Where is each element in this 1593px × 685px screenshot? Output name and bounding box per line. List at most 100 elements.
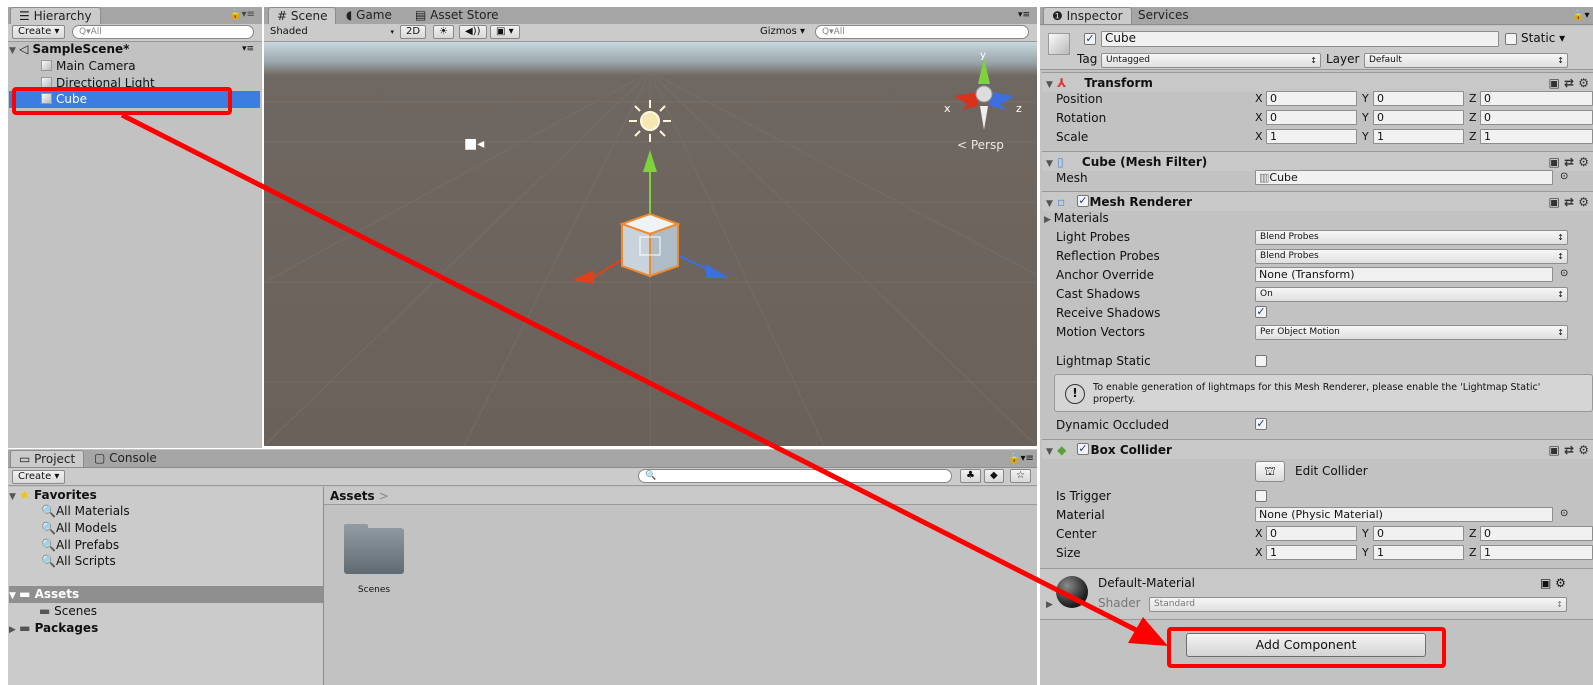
scale-z-field[interactable]: 1 [1480,129,1593,144]
reflection-probes-dropdown[interactable]: Blend Probes [1255,249,1568,264]
component-settings-icons[interactable]: ▣ ⇄ ⚙ [1548,192,1589,212]
transform-header[interactable]: ▼ ⅄ Transform ▣ ⇄ ⚙ [1042,72,1593,92]
tab-hierarchy[interactable]: ☰ Hierarchy [10,7,101,24]
tab-asset-store[interactable]: ▤ Asset Store [407,7,507,24]
scene-viewport[interactable]: ■◂ x z y < Persp [264,42,1037,446]
tree-favorite-item[interactable]: 🔍All Models [9,520,260,537]
tree-packages[interactable]: ▶ ▬ Packages [9,620,260,637]
box-collider-header[interactable]: ▼ ◆ Box Collider ▣ ⇄ ⚙ [1042,439,1593,459]
tab-services[interactable]: Services [1130,7,1197,24]
position-z-field[interactable]: 0 [1480,91,1593,106]
scene-menu-icon[interactable]: ▾≡ [242,41,254,58]
tab-scene[interactable]: # Scene [268,7,337,24]
2d-toggle-button[interactable]: 2D [400,25,427,39]
component-settings-icons[interactable]: ▣ ⇄ ⚙ [1548,440,1589,460]
tree-favorite-item[interactable]: 🔍All Scripts [9,553,260,570]
scale-y-field[interactable]: 1 [1373,129,1464,144]
hierarchy-item-main-camera[interactable]: Main Camera [9,58,260,75]
receive-shadows-checkbox[interactable]: ✓ [1255,306,1267,318]
hierarchy-lock-icon[interactable]: 🔒▾≡ [229,9,255,20]
tab-console[interactable]: ▢ Console [86,450,165,467]
static-checkbox[interactable] [1505,33,1517,45]
persp-label[interactable]: < Persp [957,138,1004,152]
tree-favorite-item[interactable]: 🔍All Materials [9,503,260,520]
motion-vectors-dropdown[interactable]: Per Object Motion [1255,325,1568,340]
tag-dropdown[interactable]: Untagged [1101,53,1321,68]
tree-favorites[interactable]: ▼ ★ Favorites [9,487,260,504]
scene-root-row[interactable]: ▼ ◁ SampleScene* ▾≡ [9,41,260,58]
center-x-field[interactable]: 0 [1266,526,1357,541]
shader-dropdown[interactable]: Standard [1149,597,1567,612]
tree-assets[interactable]: ▼ ▬ Assets [9,586,323,603]
component-settings-icons[interactable]: ▣ ⇄ ⚙ [1548,73,1589,93]
mesh-renderer-header[interactable]: ▼ ▫ Mesh Renderer ▣ ⇄ ⚙ [1042,191,1593,211]
object-picker-icon[interactable]: ⊙ [1560,268,1568,279]
tab-project[interactable]: ▭ Project [10,450,85,467]
filter-by-type-icon[interactable]: ♣ [960,469,981,483]
tree-favorite-item[interactable]: 🔍All Prefabs [9,537,260,554]
position-y-field[interactable]: 0 [1373,91,1464,106]
shading-mode-dropdown[interactable]: Shaded ▾ [270,25,398,39]
box-collider-enabled-checkbox[interactable]: ✓ [1077,443,1089,455]
active-checkbox[interactable]: ✓ [1084,33,1096,45]
size-x-field[interactable]: 1 [1266,545,1357,560]
scene-tab-menu-icon[interactable]: ▾≡ [1018,10,1030,20]
cube-object[interactable] [564,142,764,302]
camera-gizmo-icon[interactable]: ■◂ [464,136,484,152]
project-lock-icon[interactable]: 🔒▾≡ [1008,453,1034,464]
material-settings-icons[interactable]: ▣ ⚙ [1540,576,1566,590]
orientation-gizmo[interactable]: x z y [940,50,1030,130]
tree-assets-scenes[interactable]: ▬ Scenes [9,603,260,620]
audio-toggle-icon[interactable]: ◀)) [459,25,487,39]
rotation-z-field[interactable]: 0 [1480,110,1593,125]
position-x-field[interactable]: 0 [1266,91,1357,106]
lighting-toggle-icon[interactable]: ☀ [433,25,454,39]
lightmap-static-checkbox[interactable] [1255,355,1267,367]
physic-material-field[interactable]: None (Physic Material) [1255,507,1553,522]
tab-game[interactable]: ◖ Game [338,7,400,24]
project-create-button[interactable]: Create ▾ [12,470,66,484]
project-search-input[interactable]: 🔍 [638,469,952,483]
center-z-field[interactable]: 0 [1480,526,1593,541]
rotation-y-field[interactable]: 0 [1373,110,1464,125]
light-probes-dropdown[interactable]: Blend Probes [1255,230,1568,245]
scale-x-field[interactable]: 1 [1266,129,1357,144]
material-foldout-icon[interactable]: ▶ [1046,600,1053,610]
static-label[interactable]: Static ▾ [1521,31,1565,45]
expand-arrow-icon[interactable]: ▼ [9,46,19,56]
effects-toggle-icon[interactable]: ▣ ▾ [490,25,520,39]
is-trigger-checkbox[interactable] [1255,490,1267,502]
hierarchy-search-input[interactable]: Q▾All [72,25,254,39]
rotation-x-field[interactable]: 0 [1266,110,1357,125]
hierarchy-create-button[interactable]: Create ▾ [12,25,66,39]
object-picker-icon[interactable]: ⊙ [1560,171,1568,182]
mesh-renderer-enabled-checkbox[interactable]: ✓ [1077,195,1089,207]
folder-scenes-icon[interactable] [344,524,404,574]
scene-search-input[interactable]: Q▾All [815,25,1029,39]
size-y-field[interactable]: 1 [1373,545,1464,560]
folder-scenes-label[interactable]: Scenes [344,585,404,595]
inspector-lock-icon[interactable]: 🔒▾ [1572,10,1589,21]
cast-shadows-dropdown[interactable]: On [1255,287,1568,302]
object-picker-icon[interactable]: ⊙ [1560,508,1568,519]
mesh-field[interactable]: ▥Cube [1255,170,1553,185]
filter-by-label-icon[interactable]: ◆ [984,469,1004,483]
object-name-field[interactable]: Cube [1101,31,1499,47]
dynamic-occluded-checkbox[interactable]: ✓ [1255,418,1267,430]
anchor-override-field[interactable]: None (Transform) [1255,267,1553,282]
component-settings-icons[interactable]: ▣ ⇄ ⚙ [1548,152,1589,172]
search-icon: 🔍 [41,554,56,568]
edit-collider-button[interactable]: ⛫ [1255,461,1285,482]
tab-inspector[interactable]: ❶ Inspector [1043,7,1132,24]
layer-dropdown[interactable]: Default [1364,53,1568,68]
assets-breadcrumb[interactable]: Assets > [324,487,1037,505]
directional-light-gizmo[interactable] [627,98,673,144]
favorite-star-icon[interactable]: ☆ [1010,469,1031,483]
center-y-field[interactable]: 0 [1373,526,1464,541]
materials-foldout[interactable]: ▶ Materials [1044,209,1109,227]
mesh-filter-header[interactable]: ▼ ▯ Cube (Mesh Filter) ▣ ⇄ ⚙ [1042,151,1593,171]
size-z-field[interactable]: 1 [1480,545,1593,560]
gizmos-dropdown[interactable]: Gizmos ▾ [760,26,805,37]
axis-x-label: X [1255,546,1263,559]
edit-collider-icon: ⛫ [1264,464,1276,478]
